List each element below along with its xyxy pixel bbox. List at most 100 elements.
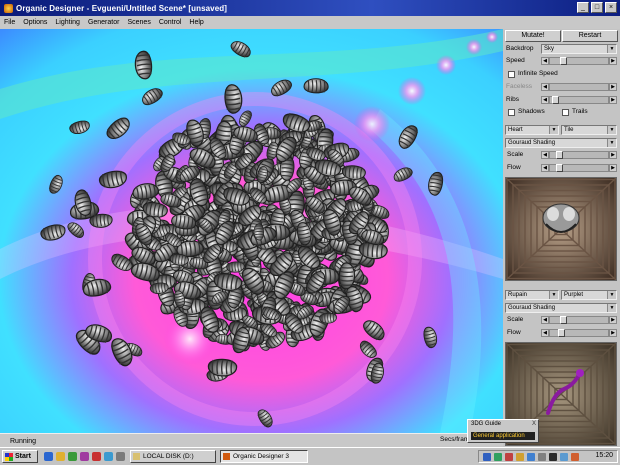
start-button[interactable]: Start: [2, 450, 38, 463]
folder-icon: [133, 453, 140, 460]
layer1-shading-select[interactable]: Gouraud Shading ▼: [505, 138, 617, 148]
menu-control[interactable]: Control: [155, 19, 186, 26]
tray-icon[interactable]: [560, 453, 568, 461]
restart-button[interactable]: Restart: [562, 30, 618, 42]
layer2-scale-slider[interactable]: [549, 316, 609, 324]
ribs-right-arrow[interactable]: ▶: [609, 96, 617, 104]
layer1-mode-select[interactable]: Tile ▼: [561, 125, 617, 135]
folder-icon[interactable]: [56, 452, 65, 461]
layer1-scale-thumb[interactable]: [556, 151, 563, 159]
layer2-flow-right-arrow[interactable]: ▶: [609, 329, 617, 337]
chevron-down-icon: ▼: [549, 126, 558, 134]
layer1-shape-select[interactable]: Heart ▼: [505, 125, 559, 135]
infinite-speed-checkbox[interactable]: [508, 71, 515, 78]
layer1-shading-value: Gouraud Shading: [508, 140, 556, 146]
tray-icon[interactable]: [527, 453, 535, 461]
start-label: Start: [15, 453, 31, 460]
shortcut-icon[interactable]: [116, 452, 125, 461]
layer1-scale-right-arrow[interactable]: ▶: [609, 151, 617, 159]
light-orb: [436, 55, 456, 75]
layer1-texture-preview[interactable]: [505, 177, 617, 281]
menu-file[interactable]: File: [0, 19, 19, 26]
layer2-mode-select[interactable]: Purplet ▼: [561, 290, 617, 300]
shadows-label: Shadows: [518, 108, 545, 115]
layer2-mode-value: Purplet: [564, 292, 584, 298]
guide-popup[interactable]: 3DG Guide X General application: [467, 419, 539, 443]
title-bar: Organic Designer - Evgueni/Untitled Scen…: [0, 0, 620, 16]
tray-icon[interactable]: [549, 453, 557, 461]
tray-icon[interactable]: [516, 453, 524, 461]
media-icon[interactable]: [80, 452, 89, 461]
system-tray: 15:20: [478, 450, 618, 463]
render-viewport[interactable]: [0, 29, 503, 433]
task-local-disk[interactable]: LOCAL DISK (D:): [130, 450, 216, 463]
layer1-scale-left-arrow[interactable]: ◀: [541, 151, 549, 159]
tray-icon[interactable]: [538, 453, 546, 461]
shell-segment: [338, 262, 356, 290]
layer1-flow-slider[interactable]: [549, 164, 609, 172]
speed-label: Speed: [506, 57, 525, 64]
ribs-left-arrow[interactable]: ◀: [541, 96, 549, 104]
layer2-scale-right-arrow[interactable]: ▶: [609, 316, 617, 324]
status-text: Running: [10, 437, 37, 445]
tray-icon[interactable]: [494, 453, 502, 461]
shortcut-icon[interactable]: [104, 452, 113, 461]
chevron-down-icon: ▼: [607, 304, 616, 312]
light-orb: [466, 39, 482, 55]
desktop-icon[interactable]: [68, 452, 77, 461]
backdrop-select[interactable]: Sky ▼: [541, 44, 617, 54]
layer1-preview-image: [506, 178, 616, 280]
layer1-scale-label: Scale: [507, 151, 524, 158]
layer2-flow-label: Flow: [507, 329, 521, 336]
layer2-scale-label: Scale: [507, 316, 524, 323]
menu-lighting[interactable]: Lighting: [51, 19, 84, 26]
layer2-shape-value: Rupain: [508, 292, 528, 298]
menu-scenes[interactable]: Scenes: [123, 19, 154, 26]
close-icon[interactable]: X: [532, 421, 536, 427]
speed-slider-thumb[interactable]: [560, 57, 567, 65]
layer1-flow-left-arrow[interactable]: ◀: [541, 164, 549, 172]
speed-left-arrow[interactable]: ◀: [541, 57, 549, 65]
window-controls: _ □ ×: [577, 2, 617, 13]
browser-icon[interactable]: [44, 452, 53, 461]
light-orb: [486, 31, 498, 43]
app-shortcut-icon[interactable]: [92, 452, 101, 461]
layer2-flow-slider[interactable]: [549, 329, 609, 337]
menu-options[interactable]: Options: [19, 19, 51, 26]
faceless-right-arrow[interactable]: ▶: [609, 83, 617, 91]
menu-help[interactable]: Help: [185, 19, 207, 26]
layer2-scale-left-arrow[interactable]: ◀: [541, 316, 549, 324]
tray-icon[interactable]: [483, 453, 491, 461]
backdrop-label: Backdrop: [506, 45, 534, 52]
task-organic-designer[interactable]: Organic Designer 3: [220, 450, 308, 463]
layer2-flow-thumb[interactable]: [558, 329, 565, 337]
menu-generator[interactable]: Generator: [84, 19, 124, 26]
ribs-slider[interactable]: [549, 96, 609, 104]
layer2-shading-select[interactable]: Gouraud Shading ▼: [505, 303, 617, 313]
control-panel: Mutate! Restart Backdrop Sky ▼ Speed ◀ ▶…: [503, 29, 620, 447]
popup-title: 3DG Guide: [471, 421, 502, 427]
speed-right-arrow[interactable]: ▶: [609, 57, 617, 65]
app-icon: [4, 3, 13, 13]
layer1-flow-right-arrow[interactable]: ▶: [609, 164, 617, 172]
minimize-icon[interactable]: _: [577, 2, 589, 13]
windows-logo-icon: [5, 452, 13, 461]
layer1-scale-slider[interactable]: [549, 151, 609, 159]
layer2-shape-select[interactable]: Rupain ▼: [505, 290, 559, 300]
layer1-flow-thumb[interactable]: [556, 164, 563, 172]
maximize-icon[interactable]: □: [591, 2, 603, 13]
speed-slider[interactable]: [549, 57, 609, 65]
layer2-flow-left-arrow[interactable]: ◀: [541, 329, 549, 337]
chevron-down-icon: ▼: [607, 126, 616, 134]
layer2-scale-thumb[interactable]: [560, 316, 567, 324]
shell-segment: [253, 223, 264, 241]
trails-checkbox[interactable]: [562, 109, 569, 116]
faceless-left-arrow[interactable]: ◀: [541, 83, 549, 91]
tray-icon[interactable]: [505, 453, 513, 461]
mutate-button[interactable]: Mutate!: [505, 30, 561, 42]
tray-icon[interactable]: [571, 453, 579, 461]
ribs-slider-thumb[interactable]: [552, 96, 559, 104]
close-icon[interactable]: ×: [605, 2, 617, 13]
faceless-slider[interactable]: [549, 83, 609, 91]
shadows-checkbox[interactable]: [508, 109, 515, 116]
